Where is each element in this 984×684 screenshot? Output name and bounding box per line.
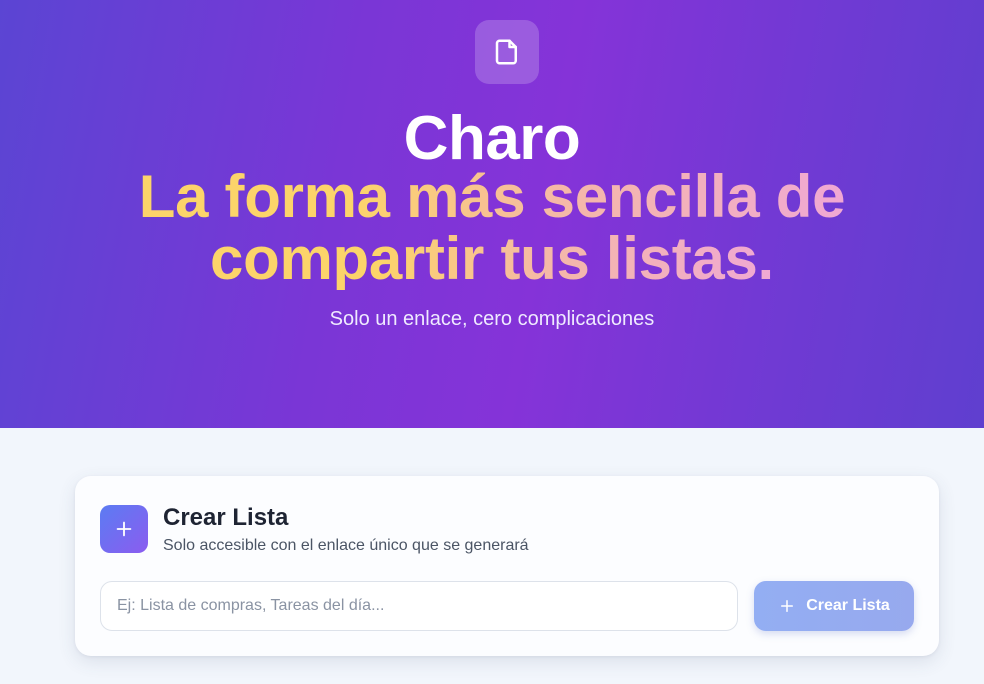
plus-icon <box>781 600 794 612</box>
tagline-line-2: compartir tus listas. <box>210 225 774 292</box>
create-list-button[interactable]: Crear Lista <box>754 581 914 631</box>
tagline-line-1: La forma más sencilla de <box>138 163 846 230</box>
create-list-button-label: Crear Lista <box>806 597 890 614</box>
hero-subtitle: Solo un enlace, cero complicaciones <box>329 308 655 330</box>
list-name-input[interactable] <box>100 581 738 631</box>
card-title: Crear Lista <box>163 504 289 531</box>
card-plus-tile <box>100 505 148 553</box>
tagline: La forma más sencilla de compartir tus l… <box>0 166 984 290</box>
card-description: Solo accesible con el enlace único que s… <box>163 537 529 554</box>
hero-section: Charo La forma más sencilla de compartir… <box>0 0 984 428</box>
create-list-card: Crear Lista Solo accesible con el enlace… <box>75 476 939 656</box>
document-icon <box>495 39 517 65</box>
plus-icon <box>116 521 132 537</box>
logo-tile <box>475 20 539 84</box>
